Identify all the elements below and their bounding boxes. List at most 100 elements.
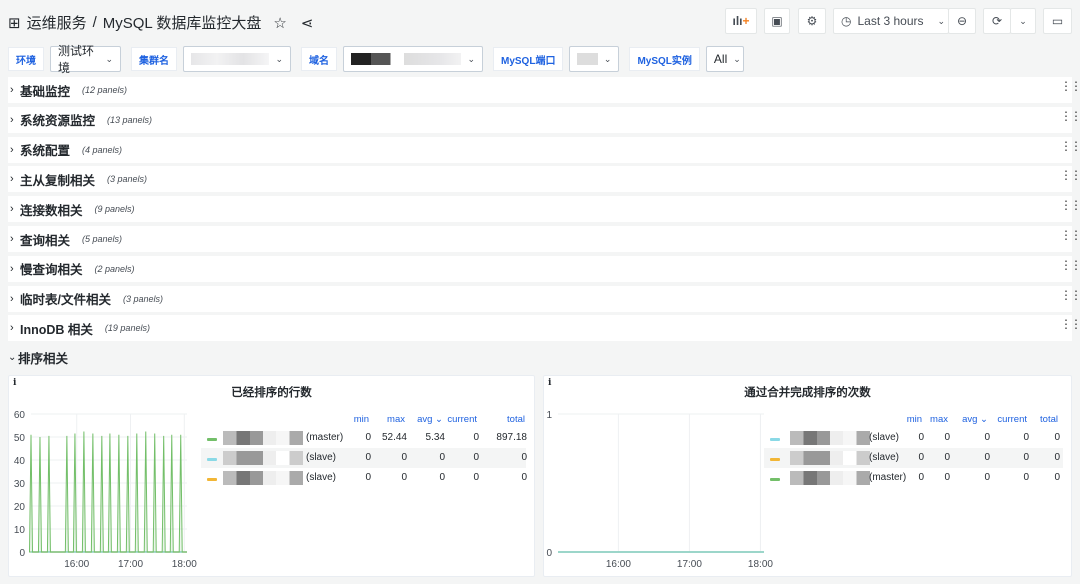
legend-value-total: 0 <box>1054 472 1060 483</box>
legend-header-avg[interactable]: avg ⌄ <box>962 414 988 425</box>
legend-header-total[interactable]: total <box>507 414 525 425</box>
star-icon[interactable]: ☆ <box>273 14 286 32</box>
var-select-port[interactable]: ⌄ <box>569 46 620 72</box>
var-label-port: MySQL端口 <box>493 47 564 71</box>
save-button[interactable]: ▣ <box>764 8 790 34</box>
time-picker[interactable]: ◷ Last 3 hours ⌄ <box>833 8 949 34</box>
legend-color-swatch[interactable] <box>770 458 780 461</box>
legend-value-min: 0 <box>365 432 371 443</box>
var-select-instance[interactable]: All ⌄ <box>705 46 744 72</box>
drag-handle-icon[interactable]: ⋮⋮ <box>1060 289 1080 301</box>
legend-header-current[interactable]: current <box>997 414 1027 425</box>
chevron-down-icon: ⌄ <box>937 15 946 26</box>
legend-color-swatch[interactable] <box>770 438 780 441</box>
legend-header-total[interactable]: total <box>1040 414 1058 425</box>
legend-value-avg: 5.34 <box>425 432 445 443</box>
var-label-instance: MySQL实例 <box>629 47 700 71</box>
row-title: 系统资源监控 <box>20 114 96 129</box>
legend-header-max[interactable]: max <box>930 414 948 425</box>
row-panel-count: (5 panels) <box>82 234 123 244</box>
legend-color-swatch[interactable] <box>770 478 780 481</box>
var-select-domain[interactable]: ⌄ <box>343 46 483 72</box>
row-title: 主从复制相关 <box>20 173 96 188</box>
row-title: 慢查询相关 <box>20 263 83 278</box>
folder-link[interactable]: 运维服务 <box>27 12 87 33</box>
var-label-env: 环境 <box>8 47 44 71</box>
row-panel-count: (12 panels) <box>82 85 128 95</box>
legend-value-avg: 0 <box>984 432 990 443</box>
y-tick-label: 50 <box>14 433 26 444</box>
dashboard-row[interactable]: › 慢查询相关 (2 panels) ⋮⋮ <box>8 255 1080 282</box>
redacted-value <box>351 53 462 65</box>
dashboard-row[interactable]: › 临时表/文件相关 (3 panels) ⋮⋮ <box>8 285 1080 312</box>
y-tick-label: 10 <box>14 525 26 536</box>
dashboard-row[interactable]: › 查询相关 (5 panels) ⋮⋮ <box>8 226 1080 252</box>
legend-series-name[interactable]: (slave) <box>869 432 899 443</box>
panel-sorted-rows: i 已经排序的行数 0 10 20 30 40 50 60 16:00 17:00 18:00 min m… <box>8 375 535 577</box>
legend-value-current: 0 <box>473 452 479 463</box>
legend-header-label: total <box>507 414 525 425</box>
var-value: All <box>713 52 728 66</box>
legend-header-avg[interactable]: avg ⌄ <box>417 414 443 425</box>
row-title: 临时表/文件相关 <box>20 293 111 308</box>
legend-header-max[interactable]: max <box>387 414 405 425</box>
x-tick-label: 17:00 <box>118 559 143 570</box>
dashboard-title[interactable]: MySQL 数据库监控大盘 <box>103 12 262 33</box>
legend-series-name[interactable]: (slave) <box>306 452 336 463</box>
drag-handle-icon[interactable]: ⋮⋮ <box>1060 199 1080 211</box>
legend-series-name[interactable]: (slave) <box>306 472 336 483</box>
apps-grid-icon[interactable]: ⊞ <box>8 14 21 32</box>
y-tick-label: 0 <box>19 548 25 559</box>
chevron-right-icon: › <box>10 203 14 216</box>
legend-header-label: max <box>387 414 405 425</box>
drag-handle-icon[interactable]: ⋮⋮ <box>1060 259 1080 271</box>
settings-button[interactable]: ⚙ <box>798 8 826 34</box>
dashboard-row[interactable]: › 连接数相关 (9 panels) ⋮⋮ <box>8 196 1080 223</box>
chevron-down-icon: ⌄ <box>8 352 17 363</box>
share-icon[interactable]: ⋖ <box>301 14 314 32</box>
legend-color-swatch[interactable] <box>207 478 217 481</box>
legend-header-current[interactable]: current <box>447 414 477 425</box>
dashboard-row[interactable]: › 系统配置 (4 panels) ⋮⋮ <box>8 136 1080 163</box>
drag-handle-icon[interactable]: ⋮⋮ <box>1060 110 1080 122</box>
drag-handle-icon[interactable]: ⋮⋮ <box>1060 318 1080 330</box>
redacted-series-name <box>790 451 870 465</box>
zoom-out-button[interactable]: ⊖ <box>948 8 976 34</box>
legend-color-swatch[interactable] <box>207 438 217 441</box>
legend-series-name[interactable]: (slave) <box>869 452 899 463</box>
add-panel-button[interactable]: ılı+ <box>725 8 757 34</box>
row-panel-count: (3 panels) <box>122 293 164 304</box>
row-sort-expanded[interactable]: ⌄ 排序相关 <box>8 348 68 367</box>
dashboard-row[interactable]: › 主从复制相关 (3 panels) ⋮⋮ <box>8 166 1080 193</box>
drag-handle-icon[interactable]: ⋮⋮ <box>1060 169 1080 181</box>
tv-mode-button[interactable]: ▭ <box>1043 8 1072 34</box>
legend-value-max: 52.44 <box>381 432 407 443</box>
legend-series-name[interactable]: (master) <box>306 432 343 443</box>
chevron-right-icon: › <box>10 113 14 126</box>
breadcrumb-separator: / <box>92 14 97 31</box>
chart-plot: 0 1 16:00 17:00 18:00 <box>546 410 773 570</box>
var-select-env[interactable]: 测试环境 ⌄ <box>50 44 121 75</box>
legend-header-min[interactable]: min <box>354 414 369 425</box>
drag-handle-icon[interactable]: ⋮⋮ <box>1060 140 1080 152</box>
x-tick-label: 18:00 <box>172 559 197 570</box>
dashboard-row[interactable]: › 基础监控 (12 panels) ⋮⋮ <box>8 77 1080 103</box>
dashboard-row[interactable]: › InnoDB 相关 (19 panels) ⋮⋮ <box>8 315 1080 342</box>
legend-value-current: 0 <box>1023 472 1029 483</box>
legend-color-swatch[interactable] <box>207 458 217 461</box>
chevron-down-icon: ⌄ <box>275 53 283 64</box>
var-select-cluster[interactable]: ⌄ <box>183 46 291 72</box>
dashboard-row[interactable]: › 系统资源监控 (13 panels) ⋮⋮ <box>8 106 1080 133</box>
legend-header-min[interactable]: min <box>907 414 922 425</box>
refresh-interval-dropdown[interactable]: ⌄ <box>1010 8 1036 34</box>
refresh-icon: ⟳ <box>991 14 1003 28</box>
refresh-button[interactable]: ⟳ <box>983 8 1011 34</box>
drag-handle-icon[interactable]: ⋮⋮ <box>1060 229 1080 241</box>
legend-header-label: current <box>997 414 1027 425</box>
row-panel-count: (3 panels) <box>107 174 148 185</box>
legend-value-current: 0 <box>473 472 479 483</box>
legend-value-current: 0 <box>1023 432 1029 443</box>
drag-handle-icon[interactable]: ⋮⋮ <box>1060 80 1080 92</box>
legend-series-name[interactable]: (master) <box>869 472 906 483</box>
redacted-series-name <box>790 431 870 445</box>
